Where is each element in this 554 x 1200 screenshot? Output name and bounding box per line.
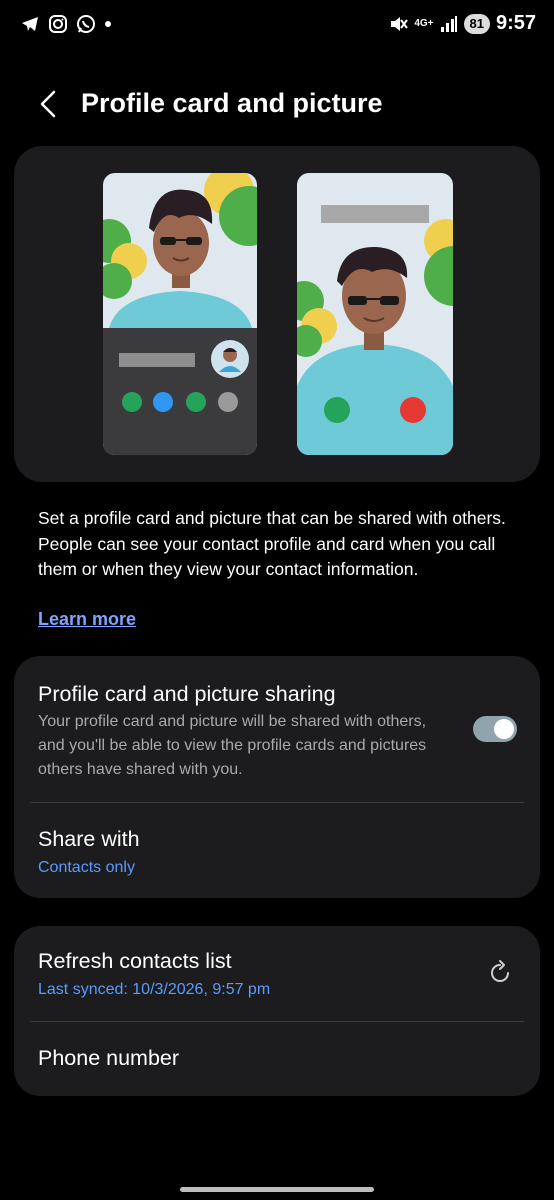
- notification-dot-icon: [105, 21, 111, 27]
- status-right-icons: 4G+ 81 9:57: [388, 12, 536, 35]
- whatsapp-icon: [77, 15, 95, 33]
- sharing-settings-card: Profile card and picture sharing Your pr…: [14, 656, 540, 898]
- profile-card-illustration: [103, 173, 453, 455]
- learn-more-link[interactable]: Learn more: [38, 609, 136, 630]
- phone-number-row[interactable]: Phone number: [14, 1022, 540, 1096]
- share-with-title: Share with: [38, 827, 140, 851]
- status-time: 9:57: [495, 12, 536, 34]
- last-synced: Last synced: 10/3/2026, 9:57 pm: [38, 981, 271, 998]
- signal-icon: [440, 15, 457, 32]
- instagram-icon: [49, 15, 67, 33]
- refresh-title: Refresh contacts list: [38, 949, 232, 973]
- illustration-card: [14, 146, 540, 482]
- sharing-toggle[interactable]: [473, 716, 517, 742]
- refresh-icon[interactable]: [486, 959, 514, 987]
- status-left-icons: [20, 14, 112, 34]
- sharing-title: Profile card and picture sharing: [38, 682, 336, 706]
- back-arrow-icon[interactable]: [34, 88, 62, 120]
- share-with-value: Contacts only: [38, 859, 135, 876]
- network-type: 4G+: [414, 17, 434, 29]
- status-bar: 4G+ 81 9:57: [0, 0, 554, 54]
- mute-icon: [391, 16, 409, 31]
- contacts-card: Refresh contacts list Last synced: 10/3/…: [14, 926, 540, 1096]
- sharing-description: Your profile card and picture will be sh…: [38, 713, 427, 778]
- sharing-toggle-row[interactable]: Profile card and picture sharing Your pr…: [14, 656, 540, 802]
- share-with-row[interactable]: Share with Contacts only: [14, 803, 540, 898]
- intro-description: Set a profile card and picture that can …: [38, 508, 506, 579]
- page-title: Profile card and picture: [81, 88, 383, 118]
- header: Profile card and picture: [0, 80, 554, 130]
- battery-indicator: 81: [463, 13, 490, 34]
- gesture-nav-handle[interactable]: [180, 1187, 374, 1192]
- phone-number-title: Phone number: [38, 1046, 180, 1070]
- toggle-knob: [494, 719, 514, 739]
- telegram-icon: [22, 17, 38, 31]
- refresh-contacts-row[interactable]: Refresh contacts list Last synced: 10/3/…: [14, 926, 540, 1021]
